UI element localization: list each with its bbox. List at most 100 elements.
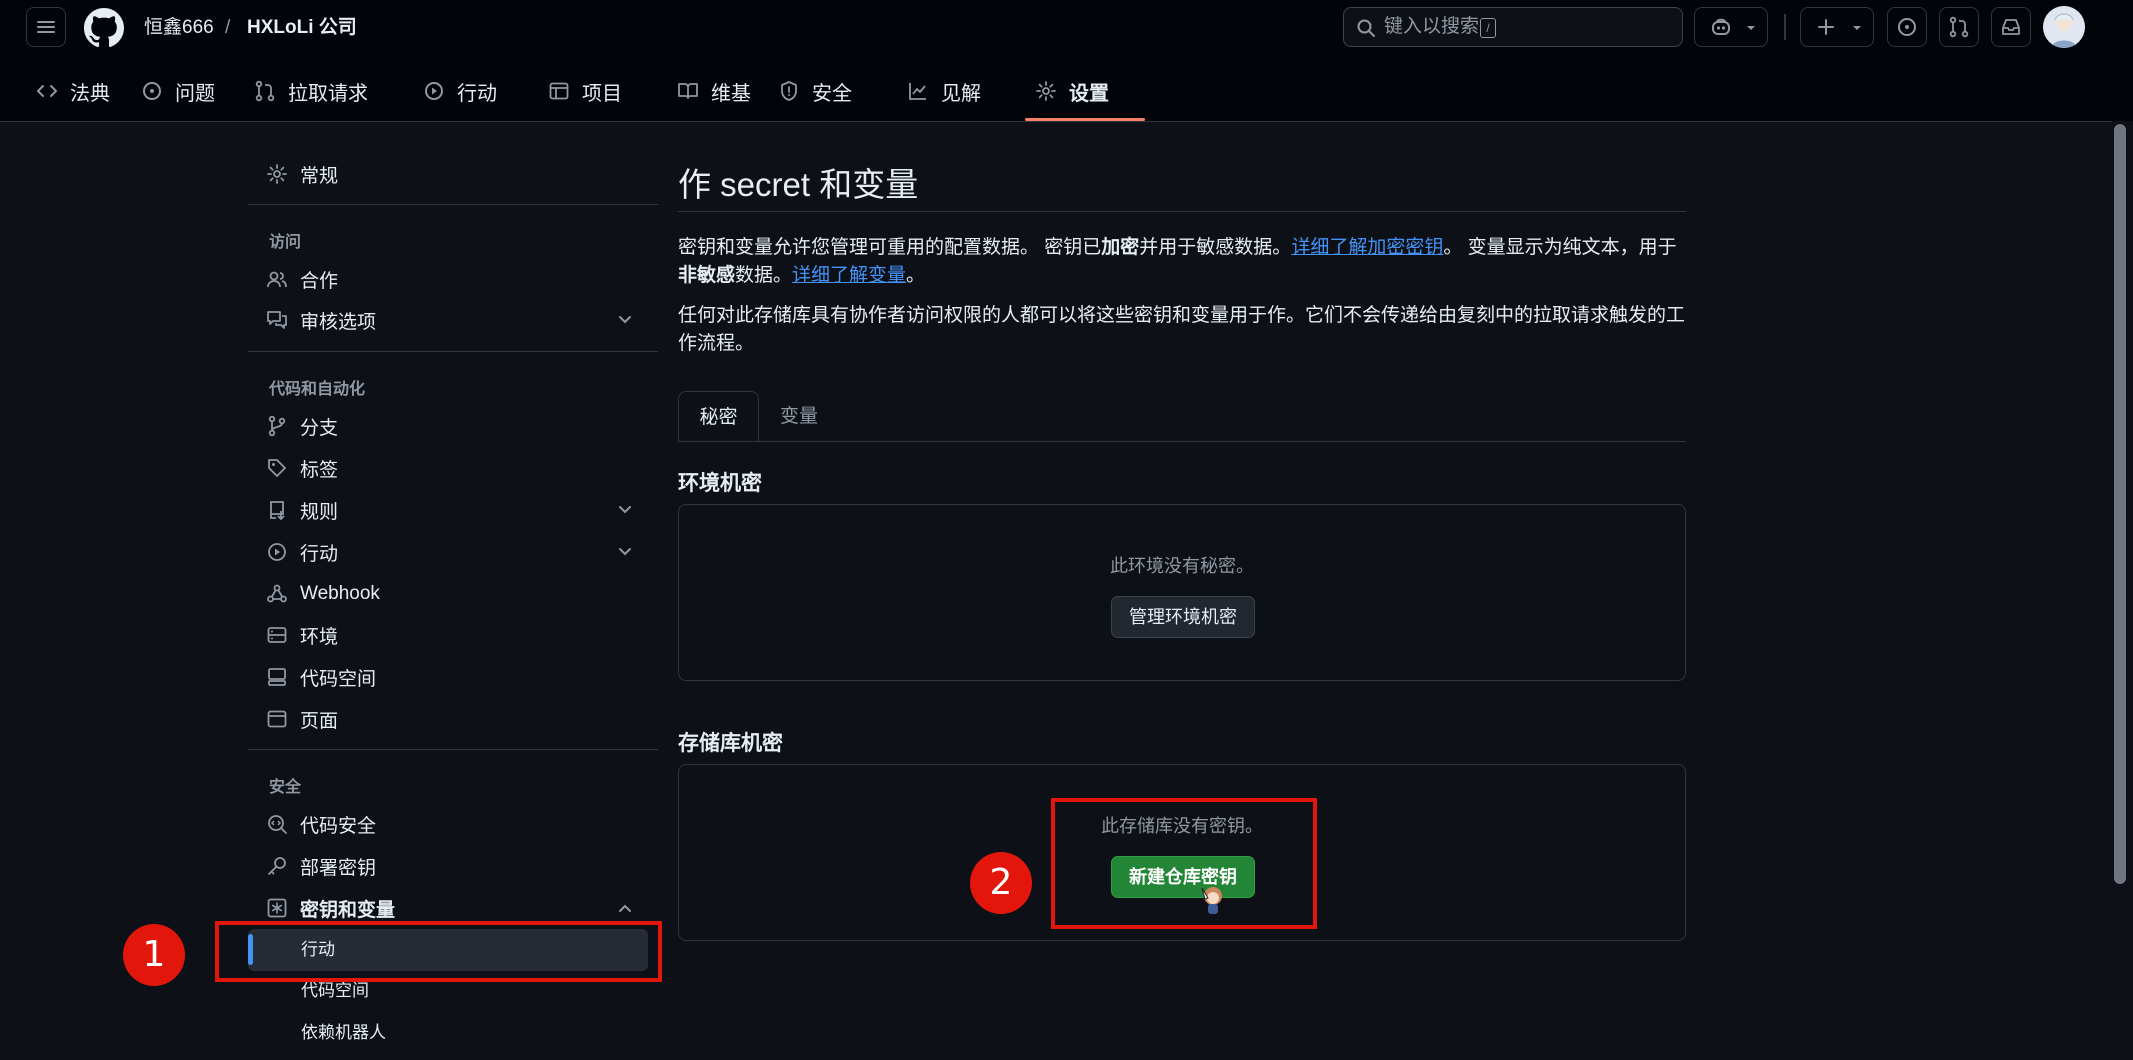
git-branch-icon [266,415,288,437]
tab-label: 安全 [812,82,852,105]
tab-label: 维基 [711,82,751,105]
search-shortcut: / [1480,18,1496,38]
server-icon [266,624,288,646]
sidebar-heading-security: 安全 [269,779,302,796]
menu-button[interactable] [26,7,66,47]
tabs-divider [678,441,1686,442]
environment-secrets-heading: 环境机密 [678,472,762,495]
browser-icon [266,708,288,730]
tab-label: 拉取请求 [288,82,368,105]
avatar[interactable] [2043,6,2085,48]
issue-icon [1896,16,1918,38]
gear-icon [266,163,288,185]
sidebar-item-label: 标签 [300,459,339,481]
sidebar-divider [248,204,658,205]
sidebar-item-label: Webhook [300,583,380,604]
search-input[interactable]: 键入以搜索 / [1343,7,1683,47]
sidebar-divider [248,749,658,750]
sidebar-item-rules[interactable]: 规则 [266,492,338,528]
environment-empty-message: 此环境没有秘密。 [1110,556,1254,576]
tab-label: 问题 [175,82,215,105]
learn-variables-link[interactable]: 详细了解变量 [792,265,906,286]
header-divider [1784,14,1786,40]
chevron-up-icon[interactable] [614,897,636,919]
sidebar-heading-code-automation: 代码和自动化 [269,381,366,398]
app-header: 恒鑫666 / HXLoLi 公司 键入以搜索 / 法典 问题 拉取请求 行动 … [0,0,2133,122]
breadcrumb-separator: / [225,17,231,38]
tab-secrets[interactable]: 秘密 [678,391,759,442]
sidebar-item-actions[interactable]: 行动 [266,534,338,570]
copilot-icon [1710,16,1732,38]
sidebar-item-label: 审核选项 [300,311,377,333]
github-logo-icon[interactable] [84,8,124,48]
chevron-down-icon [1849,20,1865,36]
tab-code[interactable]: 法典 [36,69,110,113]
sidebar-item-deploy-keys[interactable]: 部署密钥 [266,848,376,884]
inbox-button[interactable] [1991,7,2031,47]
tab-wiki[interactable]: 维基 [677,69,751,113]
description-text: 并用于敏感数据。 [1139,237,1292,258]
tab-insights[interactable]: 见解 [907,69,981,113]
sidebar-item-tags[interactable]: 标签 [266,450,338,486]
breadcrumb-owner[interactable]: 恒鑫666 [144,14,214,42]
issues-button[interactable] [1887,7,1927,47]
search-placeholder: 键入以搜索 [1384,16,1480,37]
tab-projects[interactable]: 项目 [548,69,622,113]
play-icon [423,80,445,102]
environment-secrets-box: 此环境没有秘密。 管理环境机密 [678,504,1686,681]
chevron-down-icon[interactable] [614,499,636,521]
tab-issues[interactable]: 问题 [141,69,215,113]
annotation-box-2 [1051,798,1317,929]
sidebar-subitem-dependabot[interactable]: 依赖机器人 [301,1015,386,1051]
copilot-button[interactable] [1694,7,1768,47]
sidebar-item-label: 常规 [300,165,339,187]
sidebar-item-label: 页面 [300,710,339,732]
sidebar-item-general[interactable]: 常规 [266,156,338,192]
chevron-down-icon[interactable] [614,309,636,331]
sidebar-item-codespaces[interactable]: 代码空间 [266,659,376,695]
create-new-button[interactable] [1800,7,1874,47]
description-bold: 非敏感 [678,265,736,286]
sidebar-item-branches[interactable]: 分支 [266,408,338,444]
sidebar-item-webhooks[interactable]: Webhook [266,576,380,612]
tab-label: 行动 [457,82,497,105]
tab-security[interactable]: 安全 [778,69,852,113]
sidebar-item-environments[interactable]: 环境 [266,617,338,653]
sidebar-item-moderation[interactable]: 审核选项 [266,302,376,338]
sidebar-item-label: 合作 [300,270,339,292]
description-text: 密钥和变量允许您管理可重用的配置数据。 密钥已 [678,237,1102,258]
annotation-badge-1: 1 [123,924,185,986]
pull-request-icon [254,80,276,102]
tab-pull-requests[interactable]: 拉取请求 [254,69,368,113]
pull-requests-button[interactable] [1939,7,1979,47]
page-scrollbar-thumb[interactable] [2114,124,2126,884]
tab-label: 法典 [70,82,110,105]
description-bold: 加密 [1101,237,1140,258]
sidebar-heading-access: 访问 [269,234,302,251]
learn-encrypted-secrets-link[interactable]: 详细了解加密密钥 [1291,237,1443,258]
plus-icon [1816,17,1836,37]
sidebar-item-label: 分支 [300,417,339,439]
tab-variables[interactable]: 变量 [759,391,839,442]
tab-actions[interactable]: 行动 [423,69,497,113]
tab-label: 见解 [941,82,981,105]
play-icon [266,541,288,563]
sidebar-item-label: 代码空间 [300,668,377,690]
inbox-icon [2000,16,2022,38]
sidebar-item-pages[interactable]: 页面 [266,701,338,737]
shield-icon [778,80,800,102]
sidebar-item-code-security[interactable]: 代码安全 [266,806,376,842]
chevron-down-icon[interactable] [614,541,636,563]
description-text: 。 变量显示为纯文本，用于 [1443,237,1677,258]
manage-environment-secrets-button[interactable]: 管理环境机密 [1111,596,1255,638]
code-icon [36,80,58,102]
graph-icon [907,80,929,102]
page-title: 作 secret 和变量 [678,166,919,203]
asterisk-icon [266,897,288,919]
gear-icon [1035,80,1057,102]
tab-settings[interactable]: 设置 [1035,69,1109,113]
collaborator-note: 任何对此存储库具有协作者访问权限的人都可以将这些密钥和变量用于作。它们不会传递给… [678,305,1686,354]
breadcrumb-repo[interactable]: HXLoLi 公司 [247,14,357,42]
annotation-box-1 [215,921,662,982]
sidebar-item-collaborators[interactable]: 合作 [266,261,338,297]
